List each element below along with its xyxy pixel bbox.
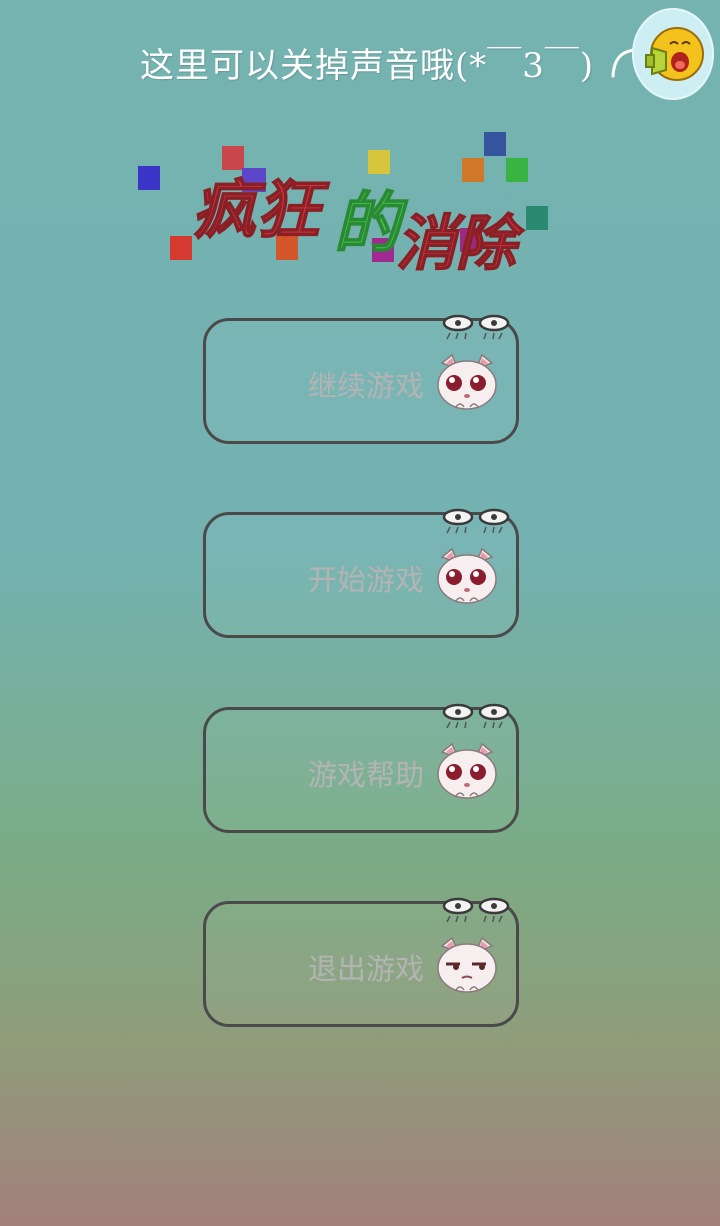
start-game-button[interactable]: 开始游戏 [203,508,519,638]
title-block-decoration [462,158,484,182]
game-title: 疯狂 的 消除 [130,128,560,280]
cat-face-icon [437,353,497,410]
title-block-decoration [484,132,506,156]
exit-game-button[interactable]: 退出游戏 [203,897,519,1027]
title-block-decoration [368,150,390,174]
cat-face-icon [437,742,497,799]
peeking-eyes-icon [442,703,510,729]
title-block-decoration [170,236,192,260]
continue-game-button[interactable]: 继续游戏 [203,314,519,444]
menu-item-label: 游戏帮助 [307,760,424,792]
menu-item-label: 开始游戏 [307,565,424,597]
sound-hint-text: 这里可以关掉声音哦(*￣3￣) [140,46,595,86]
menu-item-label: 退出游戏 [307,954,424,986]
speaker-face-icon [645,27,704,81]
cat-face-sleepy-icon [437,936,497,993]
cat-face-icon [437,547,497,604]
title-part3: 消除 [396,209,525,279]
title-block-decoration [222,146,244,170]
title-block-decoration [506,158,528,182]
title-part1: 疯狂 [192,174,330,248]
peeking-eyes-icon [442,897,510,923]
peeking-eyes-icon [442,508,510,534]
title-block-decoration [526,206,548,230]
title-block-decoration [138,166,160,190]
game-help-button[interactable]: 游戏帮助 [203,703,519,833]
menu-item-label: 继续游戏 [307,371,424,403]
sound-toggle-button[interactable] [632,8,714,100]
peeking-eyes-icon [442,314,510,340]
